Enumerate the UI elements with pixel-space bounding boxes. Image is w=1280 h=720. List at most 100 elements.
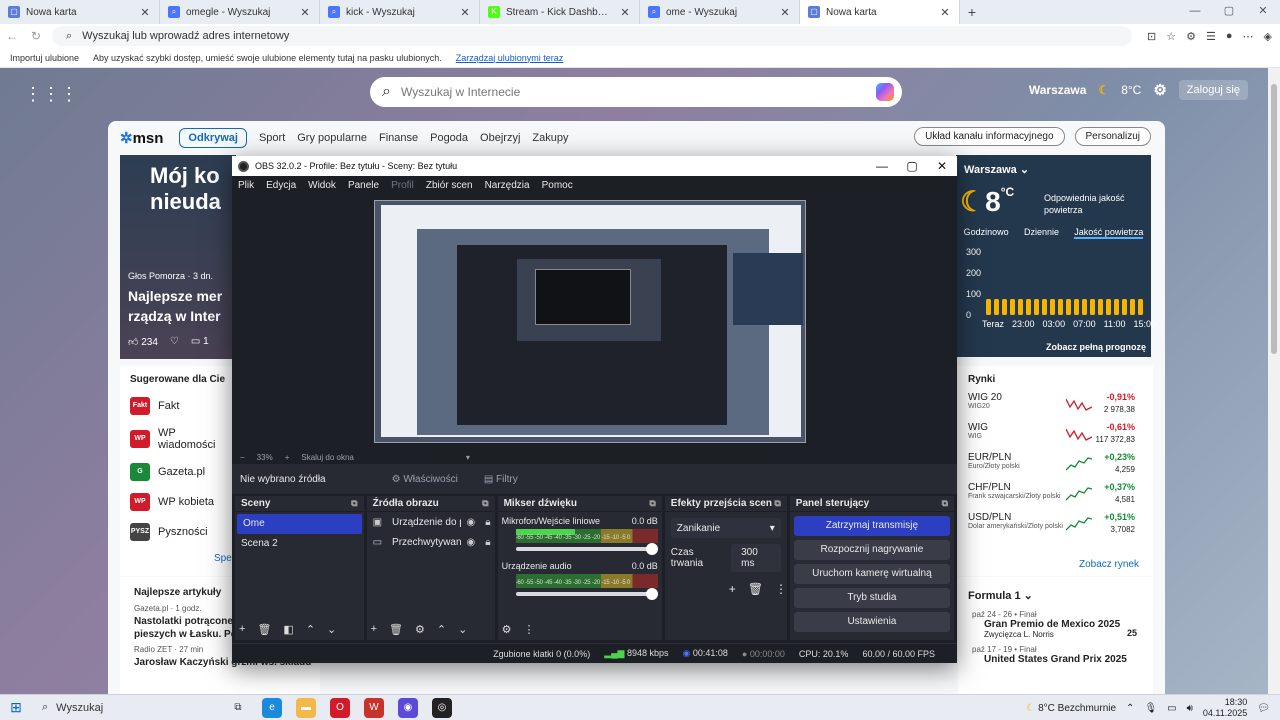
tab-close-icon[interactable]: ✕ bbox=[139, 6, 151, 19]
reader-icon[interactable]: ⊡ bbox=[1147, 30, 1156, 43]
volume-slider-handle[interactable] bbox=[645, 543, 658, 555]
file-explorer-icon[interactable]: ▬ bbox=[296, 697, 316, 718]
gear-icon[interactable]: ⚙ bbox=[415, 623, 425, 636]
browser-tab[interactable]: ▢ Nowa karta ✕ bbox=[800, 0, 960, 24]
obs-menu-item[interactable]: Panele bbox=[348, 180, 379, 191]
obs-menu-item[interactable]: Narzędzia bbox=[485, 180, 530, 191]
tab-close-icon[interactable]: ✕ bbox=[459, 6, 471, 19]
lock-icon[interactable]: 🔒︎ bbox=[485, 537, 490, 548]
close-icon[interactable]: ✕ bbox=[927, 156, 957, 176]
taskbar-search[interactable]: ⌕ Wyszukaj bbox=[32, 697, 212, 719]
more-icon[interactable]: ⋯ bbox=[1243, 30, 1254, 43]
add-icon[interactable]: + bbox=[239, 623, 245, 636]
notifications-icon[interactable]: 💬︎ bbox=[1257, 703, 1270, 714]
start-recording-button[interactable]: Rozpocznij nagrywanie bbox=[793, 540, 950, 560]
manage-favorites-link[interactable]: Zarządzaj ulubionymi teraz bbox=[456, 53, 564, 63]
move-up-icon[interactable]: ⌃ bbox=[306, 623, 315, 636]
maximize-icon[interactable]: ▢ bbox=[897, 156, 927, 176]
trash-icon[interactable]: 🗑︎ bbox=[257, 623, 271, 636]
properties-button[interactable]: ⚙ Właściwości bbox=[392, 474, 458, 485]
weather-tray[interactable]: ☾ 8°C Bezchmurnie bbox=[1026, 703, 1116, 714]
move-down-icon[interactable]: ⌄ bbox=[327, 623, 336, 636]
source-item[interactable]: ▭ Przechwytywani ◉ 🔒︎ bbox=[367, 532, 495, 552]
like-icon[interactable]: 👍︎ 234 bbox=[128, 336, 158, 348]
obs-menu-item[interactable]: Widok bbox=[308, 180, 336, 191]
dock-popout-icon[interactable]: ⧉ bbox=[482, 498, 488, 509]
windows-start-icon[interactable]: ⊞ bbox=[0, 699, 32, 716]
refresh-icon[interactable]: ↻ bbox=[24, 29, 48, 43]
hero-article[interactable]: Mój ko nieuda Głos Pomorza · 3 dn. Najle… bbox=[120, 155, 236, 359]
volume-slider[interactable] bbox=[515, 543, 658, 555]
extensions-icon[interactable]: ⚙ bbox=[1186, 30, 1196, 43]
browser-tab[interactable]: ⌕ ome - Wyszukaj ✕ bbox=[640, 0, 800, 24]
msn-nav-item[interactable]: Odkrywaj bbox=[179, 128, 247, 148]
personalize-button[interactable]: Personalizuj bbox=[1074, 127, 1151, 146]
stop-streaming-button[interactable]: Zatrzymaj transmisję bbox=[793, 516, 950, 536]
maximize-icon[interactable]: ▢ bbox=[1212, 0, 1246, 24]
dock-popout-icon[interactable]: ⧉ bbox=[351, 498, 357, 509]
trash-icon[interactable]: 🗑︎ bbox=[389, 623, 403, 636]
clock[interactable]: 18:30 04.11.2025 bbox=[1203, 697, 1247, 719]
tab-close-icon[interactable]: ✕ bbox=[619, 6, 631, 19]
msn-nav-item[interactable]: Finanse bbox=[379, 132, 418, 144]
browser-tab[interactable]: K Stream - Kick Dashboard ✕ bbox=[480, 0, 640, 24]
weather-more-link[interactable]: Zobacz pełną prognozę bbox=[1046, 342, 1146, 352]
page-scrollbar[interactable] bbox=[1268, 68, 1280, 694]
feed-layout-button[interactable]: Układ kanału informacyjnego bbox=[914, 127, 1065, 146]
source-item[interactable]: ▣ Urządzenie do pr ◉ 🔒︎ bbox=[367, 512, 495, 532]
minimize-icon[interactable]: — bbox=[867, 156, 897, 176]
market-row[interactable]: USD/PLN Dolar amerykański/Złoty polski +0,… bbox=[958, 509, 1153, 539]
collections-icon[interactable]: ☰ bbox=[1206, 30, 1216, 43]
chevron-down-icon[interactable]: ▾ bbox=[466, 453, 470, 462]
move-down-icon[interactable]: ⌄ bbox=[458, 623, 467, 636]
browser-tab[interactable]: ⌕ kick - Wyszukaj ✕ bbox=[320, 0, 480, 24]
suggested-source-item[interactable]: WP WP wiadomości bbox=[120, 421, 236, 457]
task-view-icon[interactable]: ⧉ bbox=[228, 698, 248, 718]
msn-nav-item[interactable]: Zakupy bbox=[532, 132, 568, 144]
microphone-icon[interactable]: 🎙︎ bbox=[1144, 703, 1157, 714]
add-icon[interactable]: + bbox=[729, 582, 736, 596]
winrar-icon[interactable]: W bbox=[364, 697, 384, 718]
f1-race-name[interactable]: Gran Premio de Mexico 2025 bbox=[958, 619, 1153, 630]
favorite-star-icon[interactable]: ☆ bbox=[1166, 30, 1176, 43]
apps-grid-icon[interactable]: ⋮⋮⋮ bbox=[24, 84, 78, 105]
login-button[interactable]: Zaloguj się bbox=[1178, 80, 1248, 100]
weather-widget-location[interactable]: Warszawa ⌄ bbox=[964, 163, 1029, 176]
discord-icon[interactable]: ◉ bbox=[398, 697, 418, 718]
volume-icon[interactable]: 🔊︎ bbox=[1187, 703, 1193, 714]
obs-menu-item[interactable]: Profil bbox=[391, 180, 414, 191]
duration-input[interactable]: 300 ms bbox=[731, 544, 781, 572]
copilot-icon[interactable] bbox=[876, 83, 894, 101]
msn-nav-item[interactable]: Pogoda bbox=[430, 132, 468, 144]
zoom-out-icon[interactable]: − bbox=[240, 453, 245, 462]
obs-menu-item[interactable]: Zbiór scen bbox=[426, 180, 473, 191]
network-icon[interactable]: ▭ bbox=[1167, 703, 1176, 714]
comment-icon[interactable]: ▭ 1 bbox=[191, 336, 209, 348]
msn-nav-item[interactable]: Obejrzyj bbox=[480, 132, 520, 144]
edge-icon[interactable]: e bbox=[262, 697, 282, 718]
scale-to-window[interactable]: Skaluj do okna bbox=[301, 453, 353, 462]
msn-nav-item[interactable]: Gry popularne bbox=[297, 132, 367, 144]
trash-icon[interactable]: 🗑︎ bbox=[748, 582, 763, 596]
msn-nav-item[interactable]: Sport bbox=[259, 132, 285, 144]
obs-menu-item[interactable]: Edycja bbox=[266, 180, 296, 191]
tab-close-icon[interactable]: ✕ bbox=[299, 6, 311, 19]
weather-tab[interactable]: Jakość powietrza bbox=[1074, 227, 1144, 239]
filters-button[interactable]: ▤ Filtry bbox=[484, 474, 518, 485]
market-row[interactable]: CHF/PLN Frank szwajcarski/Złoty polski +0,… bbox=[958, 479, 1153, 509]
zoom-in-icon[interactable]: + bbox=[285, 453, 290, 462]
settings-button[interactable]: Ustawienia bbox=[793, 612, 950, 632]
scrollbar-thumb[interactable] bbox=[1271, 84, 1277, 354]
browser-tab[interactable]: ▢ Nowa karta ✕ bbox=[0, 0, 160, 24]
markets-more-link[interactable]: Zobacz rynek bbox=[1079, 559, 1139, 570]
more-vertical-icon[interactable]: ⋮ bbox=[775, 582, 787, 596]
market-row[interactable]: WIG WIG -0,61% 117 372,83 bbox=[958, 419, 1153, 449]
msn-logo[interactable]: ✲msn bbox=[120, 129, 163, 147]
market-row[interactable]: EUR/PLN Euro/Złoty polski +0,23% 4,259 bbox=[958, 449, 1153, 479]
new-tab-plus-icon[interactable]: + bbox=[960, 0, 984, 24]
f1-race-name[interactable]: United States Grand Prix 2025 bbox=[958, 654, 1153, 665]
add-icon[interactable]: + bbox=[371, 623, 377, 636]
back-icon[interactable]: ← bbox=[0, 29, 24, 43]
settings-gear-icon[interactable]: ⚙ bbox=[1153, 81, 1166, 99]
weather-location[interactable]: Warszawa bbox=[1029, 83, 1087, 97]
